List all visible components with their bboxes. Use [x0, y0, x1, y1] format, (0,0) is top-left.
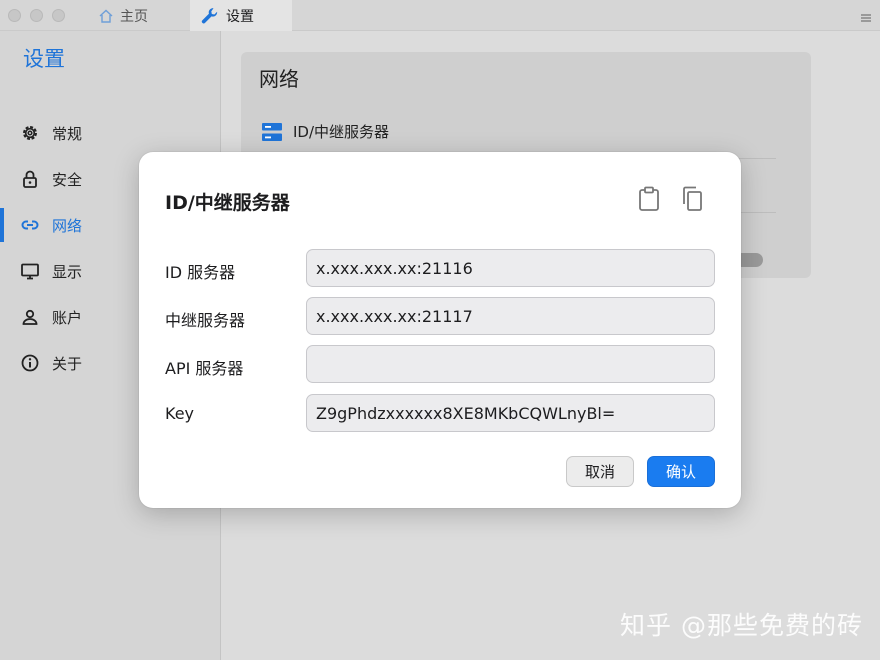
zoom-window-button[interactable] — [52, 9, 65, 22]
id-server-label: ID 服务器 — [165, 263, 236, 282]
close-window-button[interactable] — [8, 9, 21, 22]
relay-server-input[interactable] — [306, 297, 715, 335]
confirm-button[interactable]: 确认 — [647, 456, 715, 487]
api-server-label: API 服务器 — [165, 359, 244, 378]
sidebar-item-label: 安全 — [52, 170, 83, 189]
title-bar: 主页 设置 — [0, 0, 880, 31]
server-settings-label: ID/中继服务器 — [293, 123, 390, 141]
sidebar-item-label: 显示 — [52, 262, 83, 281]
id-server-input[interactable] — [306, 249, 715, 287]
wrench-icon — [200, 6, 220, 26]
sidebar-item-label: 常规 — [52, 124, 83, 143]
sidebar-item-label: 账户 — [52, 308, 83, 327]
tab-home-label: 主页 — [120, 8, 148, 25]
link-icon — [20, 215, 40, 235]
server-settings-dialog: ID/中继服务器 ID 服务器 中继服务器 API 服务器 Key 取消 确认 — [139, 152, 741, 508]
gear-icon — [20, 123, 40, 143]
sidebar-title: 设置 — [23, 47, 65, 71]
key-input[interactable] — [306, 394, 715, 432]
key-label: Key — [165, 404, 195, 423]
home-icon — [98, 8, 114, 24]
lock-icon — [20, 169, 40, 189]
tab-settings-label: 设置 — [226, 8, 254, 25]
sidebar-item-label: 网络 — [52, 216, 83, 235]
relay-server-label: 中继服务器 — [165, 311, 246, 330]
tab-home[interactable]: 主页 — [88, 0, 188, 31]
info-icon — [20, 353, 40, 373]
sidebar-item-label: 关于 — [52, 354, 83, 373]
tab-settings[interactable]: 设置 — [190, 0, 292, 31]
user-icon — [20, 307, 40, 327]
server-icon — [261, 122, 283, 142]
minimize-window-button[interactable] — [30, 9, 43, 22]
api-server-input[interactable] — [306, 345, 715, 383]
watermark-text: 知乎 @那些免费的砖 — [620, 611, 863, 640]
sidebar-item-general[interactable]: 常规 — [0, 115, 221, 151]
cancel-button[interactable]: 取消 — [566, 456, 634, 487]
server-settings-row[interactable]: ID/中继服务器 — [261, 121, 389, 142]
dialog-title: ID/中继服务器 — [165, 192, 290, 214]
monitor-icon — [20, 261, 40, 281]
section-title: 网络 — [259, 67, 299, 91]
paste-icon[interactable] — [637, 186, 661, 216]
copy-icon[interactable] — [680, 186, 704, 216]
hamburger-menu-icon[interactable] — [860, 9, 872, 28]
